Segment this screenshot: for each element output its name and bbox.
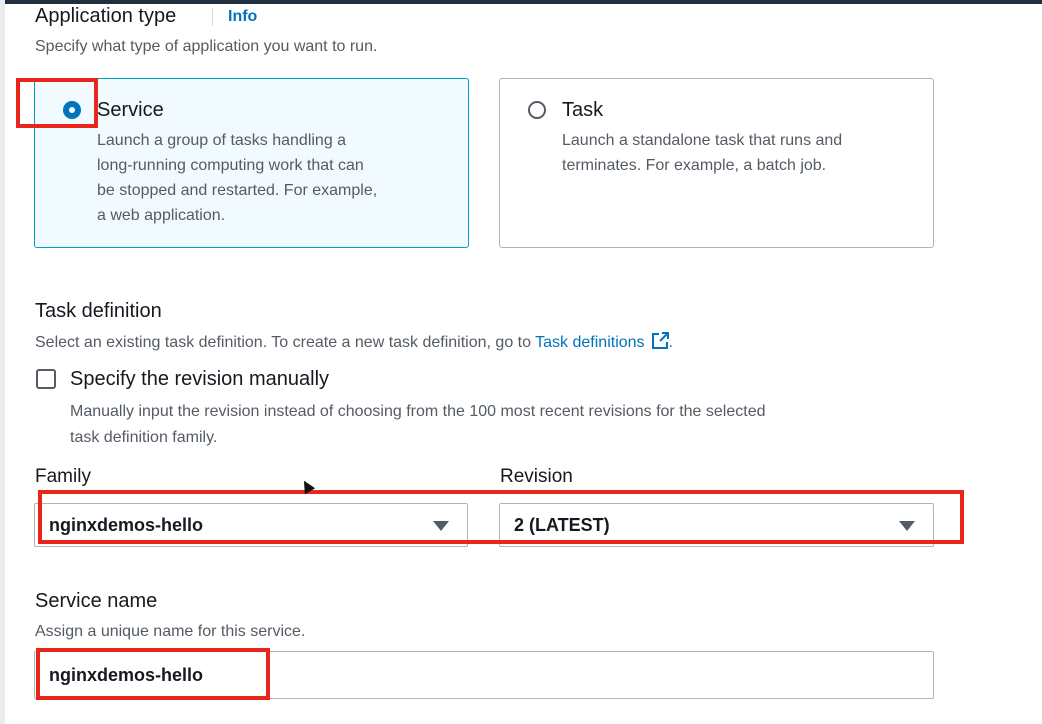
application-type-description: Specify what type of application you wan… (35, 38, 378, 55)
left-edge (0, 0, 5, 724)
radio-unselected-icon[interactable] (528, 101, 546, 119)
task-definition-description: Select an existing task definition. To c… (35, 332, 673, 352)
service-name-heading: Service name (35, 590, 158, 612)
task-definition-desc-text: Select an existing task definition. To c… (35, 334, 531, 351)
service-desc-line: a web application. (97, 207, 226, 224)
external-link-icon[interactable] (651, 332, 669, 350)
info-link[interactable]: Info (228, 8, 257, 26)
task-option-label: Task (562, 99, 604, 121)
info-separator (212, 8, 213, 26)
task-option-description: Launch a standalone task that runs and t… (562, 128, 842, 178)
task-desc-line: terminates. For example, a batch job. (562, 157, 827, 174)
task-definitions-link[interactable]: Task definitions (535, 334, 644, 351)
checkbox-icon[interactable] (36, 369, 56, 389)
manual-revision-description: Manually input the revision instead of c… (70, 399, 765, 451)
family-label: Family (35, 466, 91, 487)
service-desc-line: be stopped and restarted. For example, (97, 182, 378, 199)
top-bar (0, 0, 1042, 4)
service-desc-line: long-running computing work that can (97, 157, 364, 174)
application-type-heading: Application type (35, 5, 177, 27)
task-desc-line: Launch a standalone task that runs and (562, 132, 843, 149)
service-option-description: Launch a group of tasks handling a long-… (97, 128, 377, 228)
task-definition-desc-suffix: . (668, 334, 673, 351)
manual-revision-label[interactable]: Specify the revision manually (70, 368, 329, 391)
service-desc-line: Launch a group of tasks handling a (97, 132, 347, 149)
service-option-card[interactable]: Service Launch a group of tasks handling… (34, 78, 469, 248)
highlight-box-service-radio (16, 78, 98, 128)
manual-revision-desc-line: Manually input the revision instead of c… (70, 403, 766, 420)
revision-label: Revision (500, 466, 573, 487)
service-option-label: Service (97, 99, 164, 121)
task-definition-heading: Task definition (35, 300, 162, 322)
manual-revision-desc-line: task definition family. (70, 429, 218, 446)
service-name-description: Assign a unique name for this service. (35, 623, 306, 640)
highlight-box-family-revision (38, 490, 964, 544)
highlight-box-service-name (36, 648, 270, 700)
task-option-card[interactable]: Task Launch a standalone task that runs … (499, 78, 934, 248)
